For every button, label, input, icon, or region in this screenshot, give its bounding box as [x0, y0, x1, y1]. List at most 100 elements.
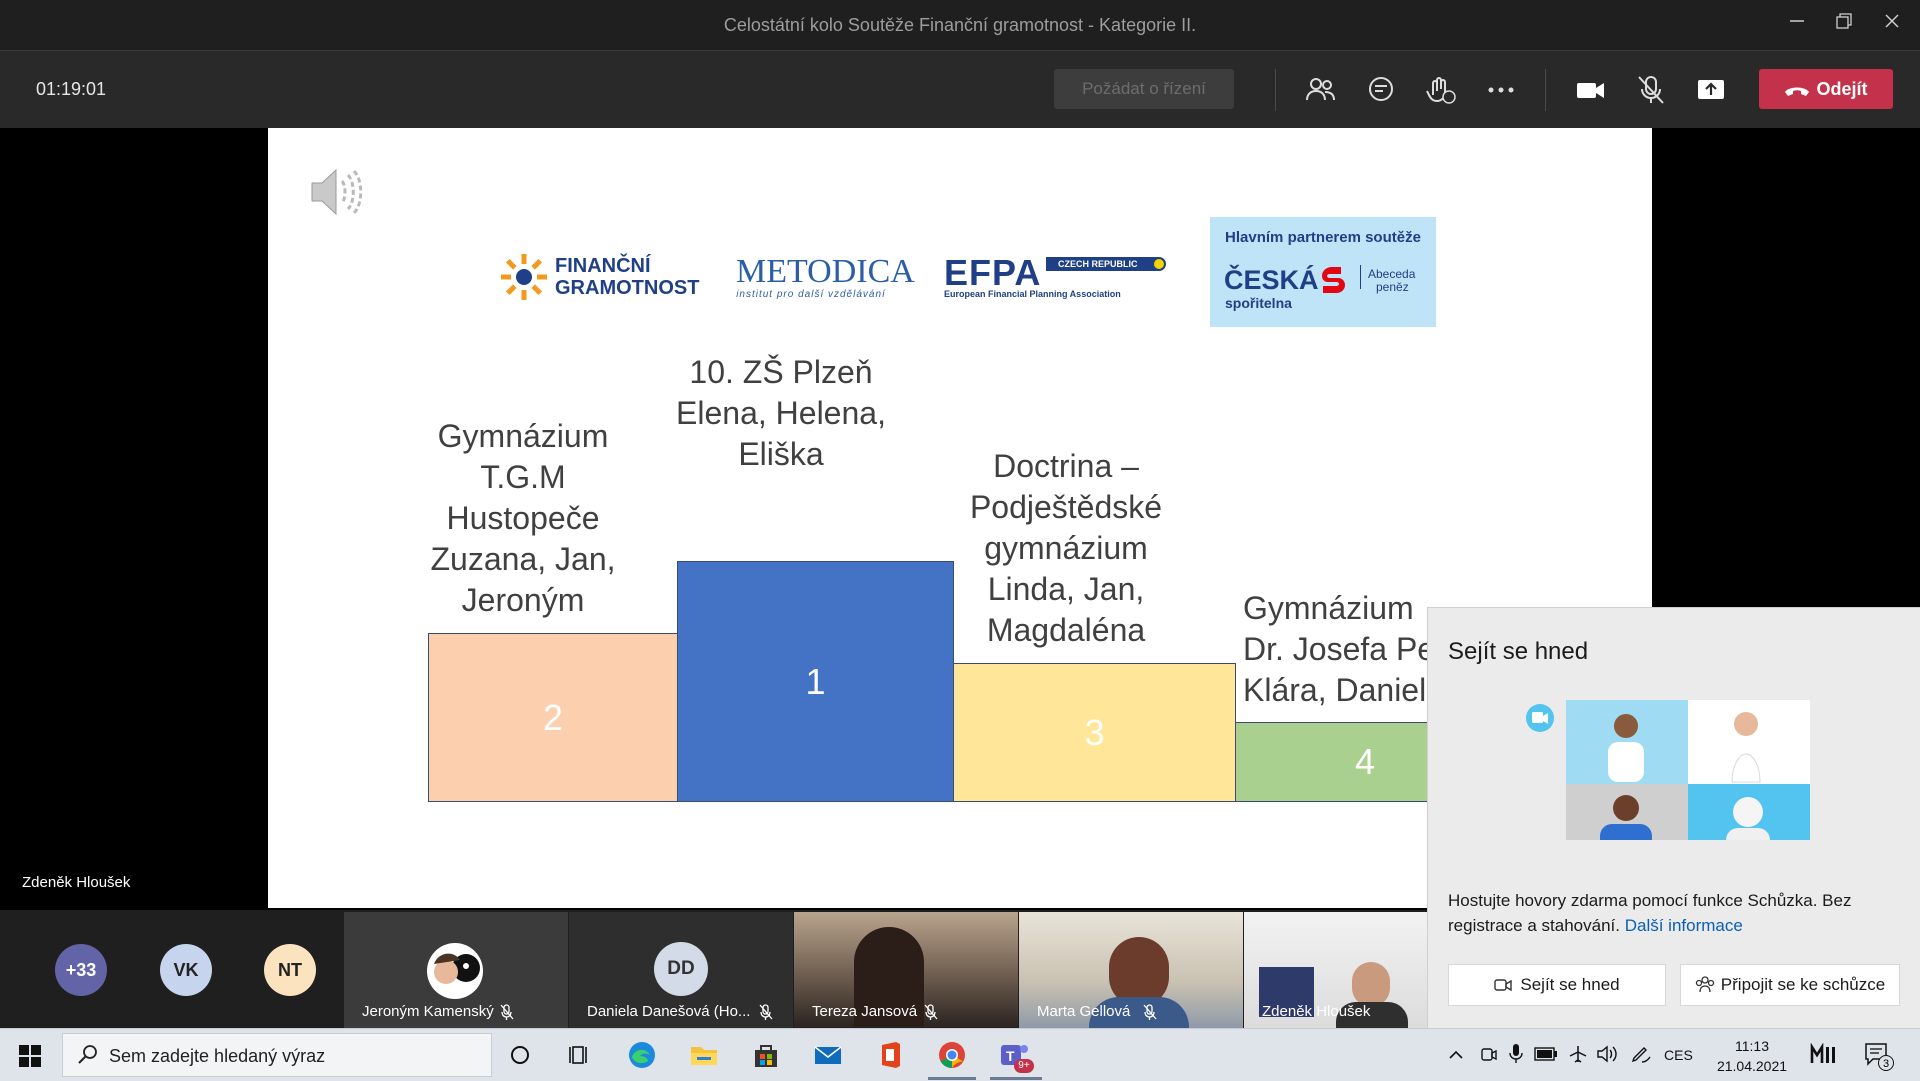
participant-name: Marta Gellová	[1037, 1003, 1131, 1020]
participant-video-tile[interactable]: Marta Gellová	[1019, 912, 1243, 1028]
microphone-icon[interactable]	[1508, 1043, 1524, 1065]
language-indicator[interactable]: CES	[1664, 1047, 1693, 1063]
avatar-text: VK	[173, 960, 199, 980]
efpa-dot	[1154, 259, 1164, 269]
task-view-button[interactable]	[566, 1041, 594, 1069]
mail-icon	[814, 1046, 842, 1064]
taskbar-search-box[interactable]: Sem zadejte hledaný výraz	[62, 1033, 492, 1077]
camera-button[interactable]	[1574, 73, 1608, 107]
efpa-logo: EFPA CZECH REPUBLIC European Financial P…	[944, 252, 1174, 302]
folder-icon	[691, 1047, 717, 1065]
action-center-button[interactable]: 3	[1864, 1041, 1898, 1071]
more-actions-button[interactable]	[1484, 73, 1518, 107]
clock[interactable]: 11:13 21.04.2021	[1706, 1036, 1798, 1076]
taskbar-app-edge[interactable]	[626, 1039, 658, 1071]
raise-hand-icon	[1426, 77, 1456, 104]
people-icon	[1306, 78, 1335, 101]
request-control-button[interactable]: Požádat o řízení	[1054, 69, 1234, 109]
popup-title: Sejít se hned	[1448, 638, 1589, 665]
chat-button[interactable]	[1364, 73, 1398, 107]
participant-video-tile[interactable]: Tereza Jansová	[794, 912, 1018, 1028]
participants-button[interactable]	[1304, 73, 1338, 107]
efpa-badge-text: CZECH REPUBLIC	[1058, 259, 1138, 269]
minimize-button[interactable]	[1777, 10, 1817, 40]
sun-logo-icon	[501, 254, 547, 300]
taskbar-app-explorer[interactable]	[688, 1039, 720, 1071]
meet-now-tray-icon[interactable]	[1480, 1045, 1498, 1065]
toolbar-divider	[1545, 69, 1546, 111]
presenter-name: Zdeněk Hloušek	[22, 874, 131, 891]
cartoon-avatar-icon	[427, 943, 483, 999]
battery-icon[interactable]	[1534, 1047, 1558, 1061]
join-meeting-button[interactable]: Připojit se ke schůzce	[1680, 964, 1900, 1006]
mic-off-icon	[500, 1004, 514, 1020]
meet-now-button[interactable]: Sejít se hned	[1448, 964, 1666, 1006]
video-icon	[1494, 979, 1513, 992]
windows-logo-icon	[19, 1045, 41, 1067]
penez-text: peněz	[1376, 280, 1409, 294]
taskbar-app-chrome[interactable]	[936, 1039, 968, 1071]
cortana-button[interactable]	[506, 1041, 534, 1069]
task-view-icon	[569, 1046, 587, 1064]
taskbar-app-store[interactable]	[750, 1039, 782, 1071]
toolbar-divider	[1275, 69, 1276, 111]
participant-name: Zdeněk Hloušek	[1262, 1003, 1371, 1020]
teams-meeting-tray-icon[interactable]	[1810, 1043, 1836, 1065]
notification-count: 3	[1878, 1055, 1894, 1071]
participant-avatar-nt[interactable]: NT	[264, 944, 316, 996]
airplane-mode-icon[interactable]	[1568, 1044, 1588, 1064]
mic-button[interactable]	[1634, 73, 1668, 107]
fg-logo-line2: GRAMOTNOST	[555, 277, 700, 299]
share-button[interactable]	[1694, 73, 1728, 107]
taskbar-app-mail[interactable]	[812, 1039, 844, 1071]
join-meeting-label: Připojit se ke schůzce	[1720, 975, 1886, 994]
camera-icon	[1577, 83, 1604, 98]
metodica-logo: METODICA institut pro další vzdělávání	[736, 253, 915, 301]
leave-button[interactable]: Odejít	[1759, 69, 1893, 109]
more-icon	[1488, 87, 1514, 93]
cs-sub: spořitelna	[1225, 295, 1292, 311]
participant-tile[interactable]: DD Daniela Danešová (Ho...	[569, 912, 793, 1028]
clock-date: 21.04.2021	[1716, 1058, 1788, 1074]
svg-text:T: T	[1006, 1048, 1015, 1064]
efpa-name: EFPA	[944, 252, 1042, 293]
mic-off-icon	[1638, 76, 1664, 104]
metodica-sub: institut pro další vzdělávání	[736, 289, 886, 300]
cs-logo-icon	[1322, 267, 1345, 293]
overflow-participants-avatar[interactable]: +33	[55, 944, 107, 996]
store-icon	[755, 1045, 777, 1067]
podium-box-3: 3	[953, 663, 1236, 802]
window-title: Celostátní kolo Soutěže Finanční gramotn…	[723, 15, 1197, 35]
partner-divider	[1360, 265, 1361, 289]
more-info-link[interactable]: Další informace	[1625, 916, 1743, 935]
metodica-name: METODICA	[736, 253, 915, 290]
teams-badge: 9+	[1014, 1059, 1034, 1073]
participant-video-tile[interactable]: Zdeněk Hloušek	[1244, 912, 1427, 1028]
reactions-button[interactable]	[1424, 73, 1458, 107]
volume-icon[interactable]	[1596, 1044, 1618, 1064]
taskbar-app-teams[interactable]: T 9+	[998, 1039, 1034, 1073]
search-placeholder: Sem zadejte hledaný výraz	[109, 1046, 326, 1066]
avatar-text: +33	[65, 960, 97, 980]
participant-tile[interactable]: Jeroným Kamenský	[344, 912, 568, 1028]
taskbar-app-office[interactable]	[874, 1039, 906, 1071]
chevron-up-icon[interactable]	[1448, 1047, 1464, 1063]
podium-place-1: 1	[805, 660, 826, 702]
search-icon	[78, 1045, 97, 1064]
hang-up-icon	[1785, 87, 1810, 96]
office-icon	[882, 1042, 900, 1068]
participant-name: Daniela Danešová (Ho...	[587, 1003, 751, 1020]
podium-place-2: 2	[542, 696, 564, 738]
chrome-icon	[939, 1042, 965, 1069]
pen-icon[interactable]	[1630, 1044, 1652, 1064]
participant-avatar-vk[interactable]: VK	[160, 944, 212, 996]
leave-label: Odejít	[1816, 78, 1868, 99]
restore-button[interactable]	[1824, 10, 1864, 40]
close-button[interactable]	[1872, 10, 1912, 40]
partner-heading: Hlavním partnerem soutěže	[1225, 229, 1421, 246]
podium-label-3: Doctrina – Podještědské gymnázium Linda,…	[969, 448, 1163, 648]
start-button[interactable]	[10, 1039, 50, 1073]
clock-time: 11:13	[1735, 1038, 1769, 1054]
cs-name: ČESKÁ	[1224, 265, 1319, 295]
popup-description: Hostujte hovory zdarma pomocí funkce Sch…	[1448, 888, 1888, 938]
